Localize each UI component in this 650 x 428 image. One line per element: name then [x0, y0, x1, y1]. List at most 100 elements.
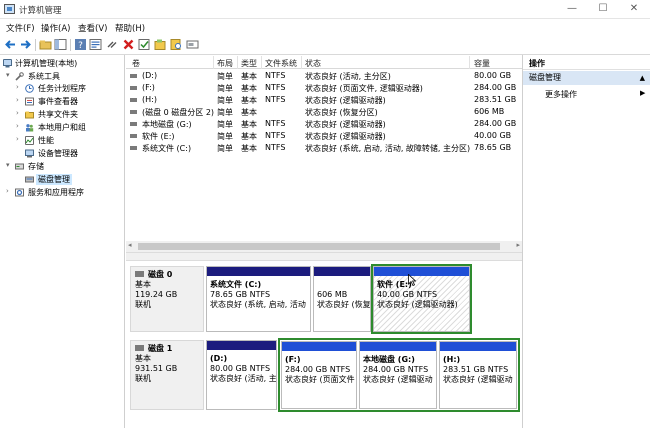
partition-f[interactable]: (F:) 284.00 GB NTFS 状态良好 (页面文件 [281, 341, 357, 409]
cell-type: 基本 [241, 108, 257, 117]
scroll-left-icon[interactable]: ◂ [128, 241, 132, 249]
disk-1-info[interactable]: 磁盘 1 基本 931.51 GB 联机 [130, 340, 204, 410]
column-divider[interactable] [301, 56, 302, 69]
column-header-capacity[interactable]: 容量 [474, 58, 490, 69]
performance-icon [25, 136, 34, 145]
forward-icon[interactable] [19, 38, 32, 51]
shared-folder-icon [25, 111, 34, 119]
partition-g[interactable]: 本地磁盘 (G:) 284.00 GB NTFS 状态良好 (逻辑驱动 [359, 341, 437, 409]
more-actions-link[interactable]: 更多操作 [545, 89, 577, 100]
tree-item-label: 存储 [28, 162, 44, 171]
cell-volume: (H:) [142, 95, 157, 104]
partition-title [317, 280, 370, 290]
submenu-arrow-icon[interactable]: ▶ [640, 89, 645, 97]
table-row[interactable]: (磁盘 0 磁盘分区 2) 简单 基本 状态良好 (恢复分区) 606 MB [126, 106, 522, 118]
menu-file[interactable]: 文件(F) [6, 22, 35, 34]
table-row[interactable]: (H:) 简单 基本 NTFS 状态良好 (逻辑驱动器) 283.51 GB [126, 94, 522, 106]
disk-view-icon[interactable] [186, 38, 199, 51]
expand-arrow-icon[interactable]: › [16, 83, 24, 91]
users-icon [26, 124, 34, 132]
table-row[interactable]: 软件 (E:) 简单 基本 NTFS 状态良好 (逻辑驱动器) 40.00 GB [126, 130, 522, 142]
expand-arrow-icon[interactable]: › [16, 96, 24, 104]
partition-bar [207, 341, 276, 350]
cell-volume: (D:) [142, 71, 158, 80]
table-row[interactable]: (D:) 简单 基本 NTFS 状态良好 (活动, 主分区) 80.00 GB [126, 70, 522, 82]
collapse-icon[interactable]: ▲ [640, 71, 645, 85]
connect-icon[interactable] [106, 38, 119, 51]
menu-view[interactable]: 查看(V) [78, 22, 107, 34]
maximize-button[interactable]: ☐ [589, 1, 617, 17]
show-hide-tree-icon[interactable] [54, 38, 67, 51]
scrollbar-thumb[interactable] [138, 243, 500, 250]
menu-help[interactable]: 帮助(H) [115, 22, 145, 34]
pane-splitter[interactable] [126, 252, 522, 261]
actions-pane: 操作 磁盘管理 ▲ 更多操作 ▶ [522, 55, 650, 428]
column-divider[interactable] [469, 56, 470, 69]
cell-capacity: 606 MB [474, 107, 505, 116]
minimize-button[interactable]: — [558, 1, 586, 17]
tree-item-label: 共享文件夹 [38, 110, 78, 119]
expand-arrow-icon[interactable]: › [16, 109, 24, 117]
cell-type: 基本 [241, 84, 257, 93]
partition-title: 系统文件 (C:) [210, 280, 262, 289]
column-header-filesystem[interactable]: 文件系统 [265, 58, 297, 69]
computer-icon [3, 59, 12, 68]
up-folder-icon[interactable] [39, 38, 52, 51]
cell-layout: 简单 [217, 84, 233, 93]
partition-recovery[interactable]: 606 MB 状态良好 (恢复 [313, 266, 371, 332]
volume-icon [130, 98, 137, 102]
column-divider[interactable] [237, 56, 238, 69]
cell-filesystem: NTFS [265, 71, 286, 80]
column-header-layout[interactable]: 布局 [217, 58, 233, 69]
folder-open-icon[interactable] [154, 38, 167, 51]
disk-size: 119.24 GB [135, 290, 178, 299]
column-header-type[interactable]: 类型 [241, 58, 257, 69]
disk-name: 磁盘 0 [148, 270, 173, 279]
event-viewer-icon [25, 97, 34, 106]
column-divider[interactable] [213, 56, 214, 69]
actions-section-disk-management[interactable]: 磁盘管理 ▲ [523, 71, 650, 85]
column-header-status[interactable]: 状态 [305, 58, 321, 69]
column-divider[interactable] [261, 56, 262, 69]
partition-size: 80.00 GB NTFS [210, 364, 271, 373]
properties-icon[interactable] [89, 38, 102, 51]
menu-action[interactable]: 操作(A) [41, 22, 70, 34]
cell-capacity: 284.00 GB [474, 83, 517, 92]
horizontal-scrollbar[interactable]: ◂ ▸ [126, 241, 522, 252]
expand-arrow-icon[interactable]: › [16, 122, 24, 130]
check-icon[interactable] [138, 38, 151, 51]
toolbar-separator [70, 39, 71, 51]
table-row[interactable]: (F:) 简单 基本 NTFS 状态良好 (页面文件, 逻辑驱动器) 284.0… [126, 82, 522, 94]
column-header-volume[interactable]: 卷 [132, 58, 140, 69]
expand-arrow-icon[interactable]: ▾ [6, 161, 14, 169]
help-icon[interactable]: ? [74, 38, 87, 51]
search-icon[interactable] [170, 38, 183, 51]
cell-status: 状态良好 (逻辑驱动器) [305, 132, 386, 141]
scroll-right-icon[interactable]: ▸ [516, 241, 520, 249]
mouse-cursor-icon [408, 274, 416, 286]
disk-0-info[interactable]: 磁盘 0 基本 119.24 GB 联机 [130, 266, 204, 332]
back-icon[interactable] [4, 38, 17, 51]
table-row[interactable]: 系统文件 (C:) 简单 基本 NTFS 状态良好 (系统, 启动, 活动, 故… [126, 142, 522, 154]
partition-h[interactable]: (H:) 283.51 GB NTFS 状态良好 (逻辑驱动 [439, 341, 517, 409]
volume-icon [130, 74, 137, 78]
cell-filesystem: NTFS [265, 143, 286, 152]
actions-header: 操作 [523, 57, 650, 70]
toolbar: ? [0, 35, 650, 55]
disk-map: 磁盘 0 基本 119.24 GB 联机 系统文件 (C:) 78.65 GB … [126, 261, 522, 428]
disk-status: 联机 [135, 300, 151, 309]
partition-status: 状态良好 (恢复 [317, 300, 371, 309]
expand-arrow-icon[interactable]: › [6, 187, 14, 195]
delete-icon[interactable] [122, 38, 135, 51]
close-button[interactable]: ✕ [620, 1, 648, 17]
svg-text:?: ? [78, 41, 83, 51]
expand-arrow-icon[interactable]: › [16, 135, 24, 143]
partition-d[interactable]: (D:) 80.00 GB NTFS 状态良好 (活动, 主 [206, 340, 277, 410]
partition-c[interactable]: 系统文件 (C:) 78.65 GB NTFS 状态良好 (系统, 启动, 活动 [206, 266, 311, 332]
disk-type: 基本 [135, 280, 151, 289]
expand-arrow-icon[interactable]: ▾ [6, 71, 14, 79]
partition-status: 状态良好 (页面文件 [285, 375, 355, 384]
cell-status: 状态良好 (页面文件, 逻辑驱动器) [305, 84, 423, 93]
table-row[interactable]: 本地磁盘 (G:) 简单 基本 NTFS 状态良好 (逻辑驱动器) 284.00… [126, 118, 522, 130]
title-bar: 计算机管理 — ☐ ✕ [0, 0, 650, 19]
